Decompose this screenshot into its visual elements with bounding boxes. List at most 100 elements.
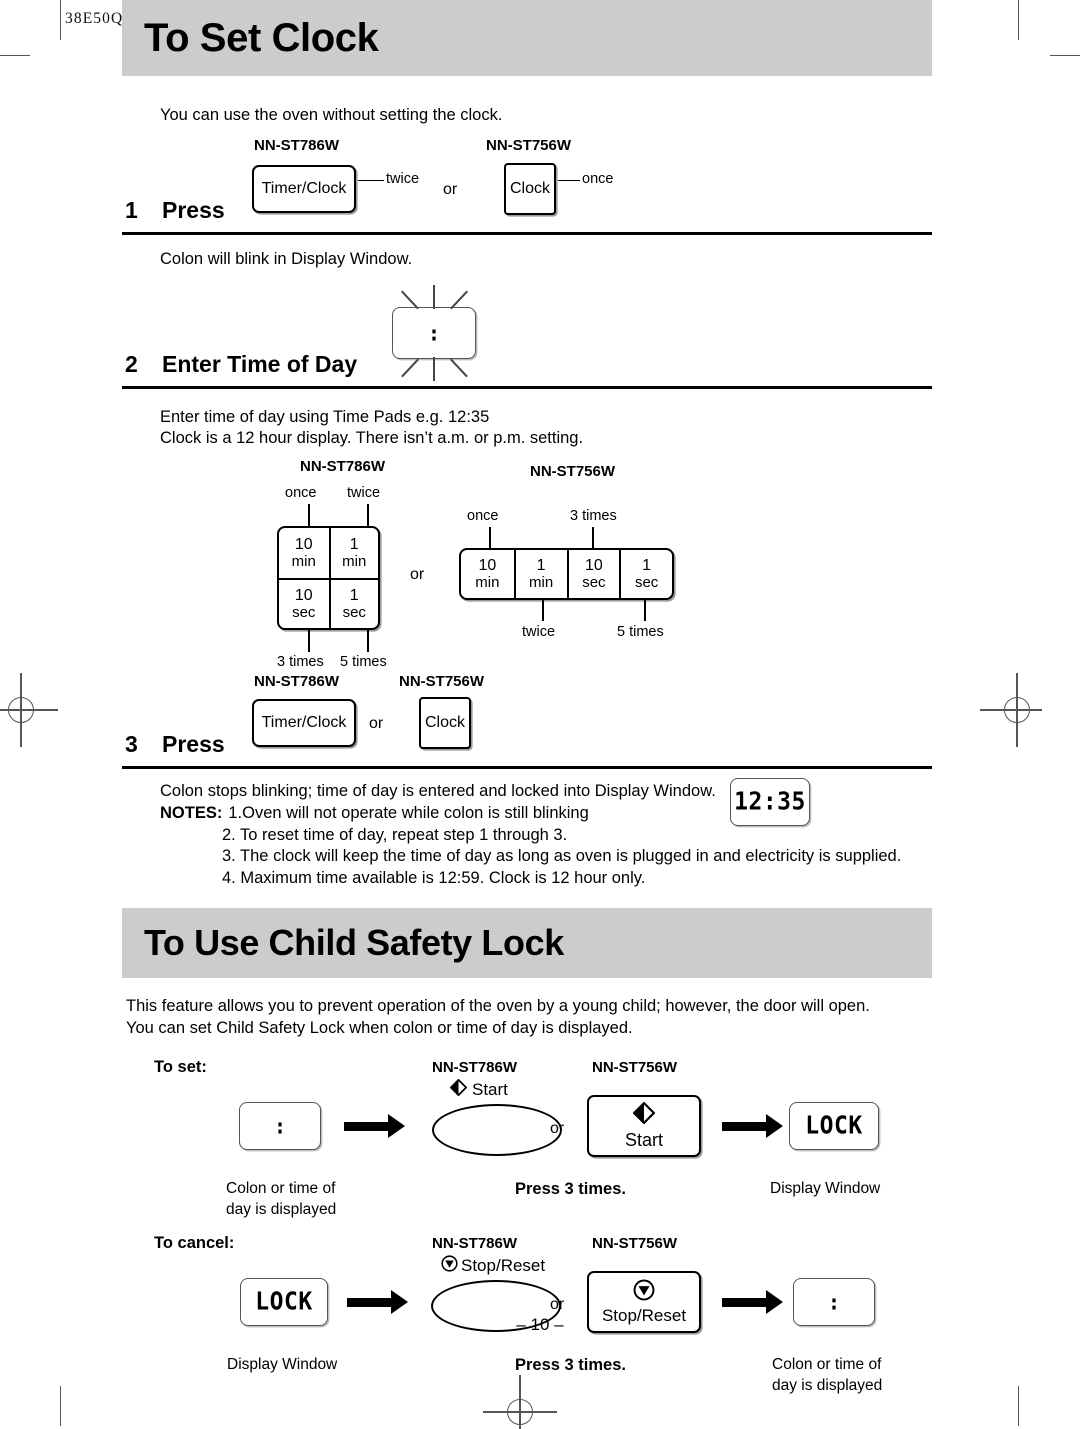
step3-model-b: NN-ST756W — [399, 673, 485, 691]
clock-section-title: To Set Clock — [144, 16, 379, 60]
blink-ray-bottom-left — [401, 358, 419, 377]
to-set-caption-before-l2: day is displayed — [226, 1201, 337, 1219]
step3-rule — [122, 766, 932, 770]
step3-label: Press — [162, 731, 225, 758]
manual-page: 38E50QP OI 2006.5.30 14:47 页面10 To Set C… — [0, 0, 1080, 1429]
pad-a-tick-2 — [308, 630, 310, 653]
clock-button-step3[interactable]: Clock — [419, 697, 471, 750]
crop-line-left-bottom — [60, 1386, 62, 1426]
crop-line-right-bottom — [1018, 1386, 1020, 1426]
blinking-display-window: : — [392, 284, 476, 381]
step1-label: Press — [162, 196, 225, 223]
pad-1sec-b[interactable]: 1 sec — [619, 550, 672, 599]
blink-display-value: : — [427, 319, 441, 346]
pad-value: 10 — [294, 586, 313, 604]
clock-step-2: : 2 Enter Time of Day — [122, 284, 932, 404]
step1-leader-a — [358, 179, 384, 182]
pad-b-tick-3 — [644, 600, 646, 622]
step2-number: 2 — [125, 350, 138, 377]
stop-reset-triangle-icon — [441, 1255, 458, 1277]
step1-times-b: once — [582, 170, 614, 187]
timer-clock-button-step3[interactable]: Timer/Clock — [252, 699, 356, 748]
timer-clock-button[interactable]: Timer/Clock — [252, 164, 356, 213]
time-pads-786w[interactable]: 10 min 1 min 10 sec 1 sec — [277, 526, 380, 631]
pad-unit: sec — [292, 603, 316, 621]
to-set-label: To set: — [154, 1058, 207, 1077]
pad-a-times-0: once — [285, 485, 317, 502]
clock-button[interactable]: Clock — [504, 162, 556, 215]
step1-leader-b — [558, 179, 580, 182]
step3-note-1: 1.Oven will not operate while colon is s… — [228, 803, 589, 822]
step3-body: Colon stops blinking; time of day is ent… — [122, 778, 932, 890]
crop-line-right-dash — [1050, 55, 1080, 57]
step3-result: Colon stops blinking; time of day is ent… — [160, 782, 716, 801]
pad-unit: sec — [634, 573, 659, 591]
to-cancel-arrow-2 — [722, 1290, 783, 1315]
pad-unit: min — [529, 573, 554, 591]
to-cancel-model-a: NN-ST786W — [432, 1235, 518, 1253]
notes-label: NOTES: — [160, 803, 223, 822]
to-cancel-model-b: NN-ST756W — [592, 1235, 678, 1253]
pad-1sec-a[interactable]: 1 sec — [328, 578, 378, 629]
start-diamond-icon-756w — [632, 1101, 656, 1129]
start-button-756w[interactable]: Start — [587, 1095, 701, 1158]
to-cancel-label: To cancel: — [154, 1234, 235, 1253]
clock-section-banner: To Set Clock — [122, 0, 932, 76]
step2-line1: Enter time of day using Time Pads e.g. 1… — [160, 407, 490, 426]
pad-a-times-1: twice — [347, 485, 381, 502]
step2-rule — [122, 385, 932, 389]
step2-label: Enter Time of Day — [162, 350, 358, 377]
pad-unit: min — [342, 552, 367, 570]
to-set-arrow-2 — [722, 1114, 783, 1139]
stop-reset-triangle-icon-756w — [633, 1279, 655, 1306]
pads-or: or — [410, 566, 425, 584]
start-label-786w: Start — [472, 1080, 508, 1100]
pad-value: 10 — [584, 556, 603, 574]
pad-10min-a[interactable]: 10 min — [279, 528, 329, 578]
time-pads-756w[interactable]: 10 min 1 min 10 sec 1 sec — [459, 548, 674, 601]
to-set-arrow-1 — [344, 1114, 405, 1139]
pad-b-times-2: 3 times — [570, 508, 617, 525]
pad-10min-b[interactable]: 10 min — [461, 550, 514, 598]
start-label-756w: Start — [624, 1129, 663, 1150]
step3-or: or — [369, 715, 384, 733]
pad-1min-b[interactable]: 1 min — [513, 550, 567, 599]
pad-unit: sec — [342, 603, 366, 621]
start-ellipse-786w[interactable] — [432, 1104, 562, 1157]
step3-note-2: 2. To reset time of day, repeat step 1 t… — [222, 825, 568, 844]
step1-number: 1 — [125, 196, 138, 223]
page-number: – 10 – — [516, 1315, 564, 1334]
to-set-display-after: LOCK — [789, 1102, 879, 1151]
to-set-display-before: : — [239, 1102, 321, 1151]
pads-model-b: NN-ST756W — [530, 463, 616, 481]
pad-value: 1 — [642, 556, 652, 574]
to-cancel-caption-before: Display Window — [227, 1356, 338, 1374]
step1-model-a: NN-ST786W — [254, 136, 340, 154]
blink-ray-bottom — [433, 356, 435, 381]
to-cancel-display-before-value: LOCK — [255, 1288, 313, 1317]
pad-10sec-a[interactable]: 10 sec — [279, 578, 329, 628]
crop-line-right-top — [1018, 0, 1020, 40]
pad-b-tick-0 — [489, 527, 491, 549]
step3-note-3: 3. The clock will keep the time of day a… — [222, 847, 902, 866]
step3-model-a: NN-ST786W — [254, 673, 340, 691]
lock-section-title: To Use Child Safety Lock — [144, 921, 564, 963]
pad-a-times-3: 5 times — [340, 654, 387, 671]
to-set-caption-after: Display Window — [770, 1180, 881, 1198]
start-button-786w[interactable]: Start — [432, 1079, 562, 1157]
lock-section-banner: To Use Child Safety Lock — [122, 907, 932, 978]
pad-a-tick-0 — [308, 504, 310, 527]
pad-b-tick-2 — [592, 527, 594, 549]
pad-10sec-b[interactable]: 10 sec — [566, 550, 620, 599]
clock-step-3: NN-ST786W NN-ST756W Timer/Clock or Clock… — [122, 673, 932, 781]
clock-display-window: 12:35 — [730, 778, 810, 827]
pad-b-times-0: once — [467, 508, 499, 525]
step3-note-1-row: NOTES: 1.Oven will not operate while col… — [160, 803, 932, 825]
clock-step-1: NN-ST786W NN-ST756W Timer/Clock twice or… — [122, 137, 932, 247]
to-cancel-arrow-1 — [347, 1290, 408, 1315]
pad-value: 1 — [349, 586, 359, 604]
clock-display-value: 12:35 — [734, 788, 806, 817]
pads-model-a: NN-ST786W — [300, 458, 386, 476]
pad-1min-a[interactable]: 1 min — [328, 528, 379, 579]
clock-section: To Set Clock You can use the oven withou… — [122, 0, 932, 1408]
